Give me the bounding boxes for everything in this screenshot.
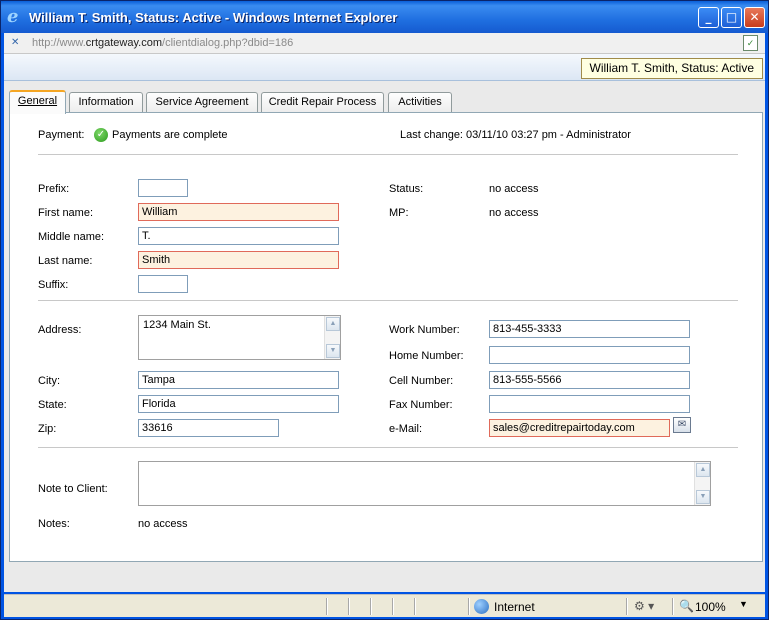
mp-value: no access <box>489 207 539 219</box>
address-text: 1234 Main St. <box>143 319 211 331</box>
site-icon: ✕ <box>11 37 20 48</box>
zip-label: Zip: <box>38 423 57 435</box>
scroll-up-icon[interactable]: ▲ <box>696 463 710 477</box>
prefix-field[interactable] <box>138 179 188 197</box>
tab-activities-label: Activities <box>398 96 442 108</box>
url-domain: crtgateway.com <box>85 37 163 49</box>
notes-label: Notes: <box>38 518 70 530</box>
scroll-down-icon[interactable]: ▼ <box>696 490 710 504</box>
middle-name-field[interactable]: T. <box>138 227 339 245</box>
suffix-field[interactable] <box>138 275 188 293</box>
divider <box>38 154 738 155</box>
city-field[interactable]: Tampa <box>138 371 339 389</box>
email-field[interactable]: sales@creditrepairtoday.com <box>489 419 670 437</box>
payment-label: Payment: <box>38 129 85 141</box>
status-divider <box>348 598 349 615</box>
work-number-field[interactable]: 813-455-3333 <box>489 320 690 338</box>
address-bar[interactable]: ✕ http://www.crtgateway.com/clientdialog… <box>4 33 765 54</box>
note-to-client-label: Note to Client: <box>38 483 108 495</box>
status-divider <box>370 598 371 615</box>
close-button[interactable]: ✕ <box>744 7 765 28</box>
client-status-tooltip: William T. Smith, Status: Active <box>580 58 763 79</box>
home-number-field[interactable] <box>489 346 690 364</box>
zoom-icon[interactable]: 🔍 <box>679 599 694 613</box>
title-bar[interactable]: e William T. Smith, Status: Active - Win… <box>1 1 768 33</box>
divider <box>38 300 738 301</box>
general-panel: Payment: ✓ Payments are complete Last ch… <box>9 112 763 562</box>
last-name-label: Last name: <box>38 255 93 267</box>
protected-mode-icon[interactable]: ⚙ ▾ <box>634 599 654 613</box>
status-divider <box>672 598 673 615</box>
tab-general-label: General <box>17 95 58 107</box>
send-email-icon[interactable]: ✉ <box>673 417 691 433</box>
header-band: William T. Smith, Status: Active <box>4 54 765 81</box>
status-value: no access <box>489 183 539 195</box>
status-bar: Internet ⚙ ▾ 🔍 100% ▼ <box>4 594 765 617</box>
tab-credit-repair-process-label: Credit Repair Process <box>268 96 377 108</box>
url-path: /clientdialog.php?dbid=186 <box>162 37 294 49</box>
note-scrollbar[interactable]: ▲ ▼ <box>694 462 710 505</box>
notes-value: no access <box>138 518 188 530</box>
url-prefix: http://www. <box>32 37 86 49</box>
tab-information[interactable]: Information <box>69 92 143 113</box>
tab-general[interactable]: General <box>9 90 66 114</box>
tab-service-agreement[interactable]: Service Agreement <box>146 92 258 113</box>
tab-activities[interactable]: Activities <box>388 92 452 113</box>
first-name-field[interactable]: William <box>138 203 339 221</box>
browser-window: e William T. Smith, Status: Active - Win… <box>0 0 769 620</box>
last-name-field[interactable]: Smith <box>138 251 339 269</box>
dialog-content: William T. Smith, Status: Active General… <box>4 54 765 592</box>
home-number-label: Home Number: <box>389 350 464 362</box>
status-divider <box>414 598 415 615</box>
state-field[interactable]: Florida <box>138 395 339 413</box>
last-change: Last change: 03/11/10 03:27 pm - Adminis… <box>400 129 631 141</box>
status-divider <box>392 598 393 615</box>
minimize-button[interactable]: _ <box>698 7 719 28</box>
scroll-down-icon[interactable]: ▼ <box>326 344 340 358</box>
tab-information-label: Information <box>78 96 134 108</box>
first-name-label: First name: <box>38 207 94 219</box>
tab-service-agreement-label: Service Agreement <box>155 96 249 108</box>
prefix-label: Prefix: <box>38 183 70 195</box>
zip-field[interactable]: 33616 <box>138 419 279 437</box>
page-report-icon[interactable]: ✓ <box>743 35 758 51</box>
internet-zone-icon <box>474 599 489 614</box>
suffix-label: Suffix: <box>38 279 69 291</box>
address-url[interactable]: http://www.crtgateway.com/clientdialog.p… <box>32 37 293 49</box>
divider <box>38 447 738 448</box>
mp-label: MP: <box>389 207 409 219</box>
check-icon: ✓ <box>94 128 108 142</box>
middle-name-label: Middle name: <box>38 231 105 243</box>
address-textarea[interactable]: 1234 Main St. ▲ ▼ <box>138 315 341 360</box>
cell-number-field[interactable]: 813-555-5566 <box>489 371 690 389</box>
window-title: William T. Smith, Status: Active - Windo… <box>29 10 398 25</box>
internet-explorer-icon: e <box>7 6 19 27</box>
maximize-button[interactable]: □ <box>721 7 742 28</box>
city-label: City: <box>38 375 60 387</box>
cell-number-label: Cell Number: <box>389 375 454 387</box>
scroll-up-icon[interactable]: ▲ <box>326 317 340 331</box>
status-divider <box>326 598 327 615</box>
fax-number-field[interactable] <box>489 395 690 413</box>
tab-credit-repair-process[interactable]: Credit Repair Process <box>261 92 384 113</box>
address-label: Address: <box>38 324 82 336</box>
address-scrollbar[interactable]: ▲ ▼ <box>324 316 340 359</box>
work-number-label: Work Number: <box>389 324 460 336</box>
zoom-level[interactable]: 100% <box>695 600 726 614</box>
status-divider <box>468 598 469 615</box>
payment-status: Payments are complete <box>112 129 228 141</box>
security-zone: Internet <box>494 600 535 614</box>
fax-number-label: Fax Number: <box>389 399 453 411</box>
status-label: Status: <box>389 183 424 195</box>
zoom-dropdown-icon[interactable]: ▼ <box>739 599 748 609</box>
state-label: State: <box>38 399 67 411</box>
status-divider <box>626 598 627 615</box>
note-to-client-textarea[interactable]: ▲ ▼ <box>138 461 711 506</box>
email-label: e-Mail: <box>389 423 423 435</box>
